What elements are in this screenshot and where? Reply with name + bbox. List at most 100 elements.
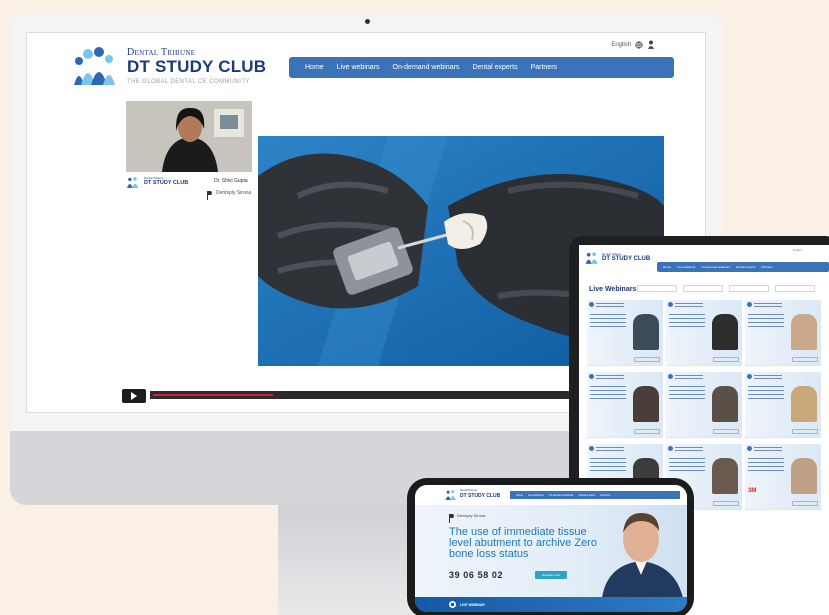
- card-text-line: [596, 306, 624, 307]
- tablet-logo-icon: [585, 252, 598, 264]
- user-icon[interactable]: [647, 40, 655, 49]
- phone-device: Dental Tribune DT STUDY CLUB Home Live w…: [407, 478, 694, 615]
- phone-nav: Home Live webinars On-demand webinars De…: [510, 491, 680, 499]
- card-text-line: [590, 466, 626, 467]
- phone-publisher: Dental Tribune: [460, 489, 477, 492]
- register-button[interactable]: Register now: [535, 571, 567, 579]
- register-button[interactable]: [792, 429, 818, 434]
- language-selector[interactable]: English: [611, 42, 631, 48]
- card-text-line: [596, 450, 624, 451]
- nav-item-home[interactable]: Home: [305, 64, 324, 71]
- webinar-card[interactable]: [745, 372, 821, 438]
- phone-header: Dental Tribune DT STUDY CLUB Home Live w…: [415, 485, 687, 505]
- phone-nav-experts[interactable]: Dental experts: [579, 494, 596, 497]
- filter-dropdown[interactable]: [637, 285, 677, 292]
- card-text-line: [675, 447, 703, 448]
- site-tagline: THE GLOBAL DENTAL CE COMMUNITY: [127, 79, 250, 85]
- dentsply-sirona-logo-icon: [207, 191, 212, 200]
- globe-icon[interactable]: [635, 40, 643, 49]
- phone-nav-home[interactable]: Home: [516, 494, 523, 497]
- presenter-name: Dr. Shivi Gupta: [214, 178, 248, 184]
- nav-item-partners[interactable]: Partners: [531, 64, 557, 71]
- nav-item-on-demand-webinars[interactable]: On-demand webinars: [393, 64, 460, 71]
- card-text-line: [748, 458, 784, 459]
- filter-dropdown[interactable]: [775, 285, 815, 292]
- card-text-line: [669, 466, 705, 467]
- card-text-line: [590, 458, 626, 459]
- card-text-line: [669, 322, 705, 323]
- card-text-line: [669, 458, 705, 459]
- phone-nav-on-demand[interactable]: On-demand webinars: [549, 494, 574, 497]
- tablet-language[interactable]: English: [793, 249, 802, 252]
- card-text-line: [596, 375, 624, 376]
- countdown-timer: 39 06 58 02: [449, 570, 504, 580]
- webinar-card[interactable]: 3M: [745, 444, 821, 510]
- card-text-line: [596, 447, 624, 448]
- play-button[interactable]: [122, 389, 146, 403]
- tablet-filters: [637, 285, 815, 292]
- site-logo[interactable]: Dental Tribune DT STUDY CLUB THE GLOBAL …: [71, 43, 271, 93]
- speaker-avatar: [712, 386, 738, 422]
- card-site-title: DT STUDY CLUB: [144, 180, 189, 186]
- card-text-line: [590, 470, 626, 471]
- register-button[interactable]: [792, 501, 818, 506]
- webinar-card[interactable]: [587, 372, 663, 438]
- webinar-card[interactable]: [587, 300, 663, 366]
- webinar-badge-icon: [668, 374, 673, 379]
- filter-dropdown[interactable]: [729, 285, 769, 292]
- tablet-nav-on-demand[interactable]: On-demand webinars: [701, 265, 730, 269]
- product-mockup: Dental Tribune DT STUDY CLUB THE GLOBAL …: [0, 0, 829, 615]
- register-button[interactable]: [713, 357, 739, 362]
- nav-item-live-webinars[interactable]: Live webinars: [337, 64, 380, 71]
- play-icon: [131, 392, 137, 400]
- card-text-line: [590, 462, 626, 463]
- live-webinar-label: LIVE WEBINAR: [460, 602, 485, 607]
- register-button[interactable]: [634, 429, 660, 434]
- webinar-badge-icon: [668, 446, 673, 451]
- card-text-line: [590, 322, 626, 323]
- register-button[interactable]: [713, 429, 739, 434]
- webinar-card[interactable]: [745, 300, 821, 366]
- webinar-headline[interactable]: The use of immediate tissue level abutme…: [449, 527, 599, 560]
- card-text-line: [669, 470, 705, 471]
- register-button[interactable]: [634, 357, 660, 362]
- card-text-line: [590, 314, 626, 315]
- speaker-avatar: [791, 458, 817, 494]
- filter-dropdown[interactable]: [683, 285, 723, 292]
- phone-screen: Dental Tribune DT STUDY CLUB Home Live w…: [415, 485, 687, 612]
- presenter-video: [126, 101, 252, 172]
- tablet-nav-experts[interactable]: Dental experts: [736, 265, 755, 269]
- webinar-badge-icon: [589, 302, 594, 307]
- webinar-card[interactable]: [666, 300, 742, 366]
- card-text-line: [675, 303, 703, 304]
- tablet-nav-live[interactable]: Live webinars: [677, 265, 695, 269]
- phone-nav-partners[interactable]: Partners: [600, 494, 610, 497]
- tablet-header: Dental Tribune DT STUDY CLUB English Hom…: [579, 245, 829, 272]
- tablet-nav-home[interactable]: Home: [663, 265, 671, 269]
- card-text-line: [748, 398, 784, 399]
- card-text-line: [590, 318, 626, 319]
- webinar-badge-icon: [589, 446, 594, 451]
- phone-nav-live[interactable]: Live webinars: [528, 494, 544, 497]
- card-text-line: [748, 470, 784, 471]
- live-badge-icon: [449, 601, 456, 608]
- live-webinar-banner: LIVE WEBINAR: [415, 597, 687, 612]
- card-text-line: [669, 326, 705, 327]
- card-text-line: [590, 326, 626, 327]
- webinar-card[interactable]: [666, 372, 742, 438]
- register-button[interactable]: [713, 501, 739, 506]
- site-title: DT STUDY CLUB: [127, 57, 267, 76]
- webinar-badge-icon: [747, 302, 752, 307]
- tablet-nav-partners[interactable]: Partners: [761, 265, 772, 269]
- phone-site-title: DT STUDY CLUB: [460, 493, 501, 499]
- card-text-line: [669, 386, 705, 387]
- register-button[interactable]: [792, 357, 818, 362]
- card-text-line: [596, 303, 624, 304]
- card-text-line: [669, 398, 705, 399]
- tablet-page-title: Live Webinars: [589, 286, 637, 293]
- card-text-line: [675, 378, 703, 379]
- card-text-line: [754, 306, 782, 307]
- card-text-line: [675, 306, 703, 307]
- progress-fill: [153, 394, 274, 396]
- nav-item-dental-experts[interactable]: Dental experts: [472, 64, 517, 71]
